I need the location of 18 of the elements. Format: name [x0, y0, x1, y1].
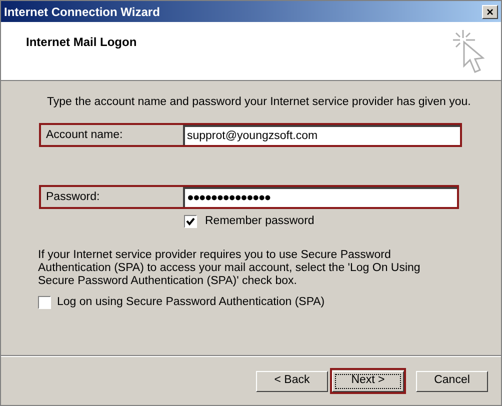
checkbox-label: Log on using Secure Password Authentication (SPA)	[57, 294, 325, 310]
password-field[interactable]: ●●●●●●●●●●●●●●	[183, 187, 457, 208]
wizard-button[interactable]: Next >	[332, 370, 404, 392]
spa-note: If your Internet service provider requires you to use Secure Password Authentication (SPA) to access your mail account, select the 'Log On Using Secure Password Authentication (SPA)' check box.	[38, 248, 422, 288]
wizard-button[interactable]: Cancel	[416, 370, 488, 392]
cursor-sparkle-icon	[451, 28, 487, 76]
close-button[interactable]: ×	[482, 4, 498, 18]
checkbox[interactable]	[38, 296, 51, 309]
input-field[interactable]: supprot@youngzsoft.com	[183, 125, 460, 146]
instruction-text: Type the account name and password your Internet service provider has given you.	[47, 95, 472, 110]
wizard-button[interactable]: < Back	[256, 370, 328, 392]
checkbox[interactable]	[184, 215, 197, 228]
field-label: Account name:	[45, 128, 124, 143]
checkbox-label: Remember password	[205, 214, 314, 230]
field-label: Password:	[45, 190, 101, 205]
checkmark-icon	[186, 217, 195, 226]
window-title: Internet Connection Wizard	[4, 4, 160, 20]
page-title: Internet Mail Logon	[26, 34, 137, 51]
